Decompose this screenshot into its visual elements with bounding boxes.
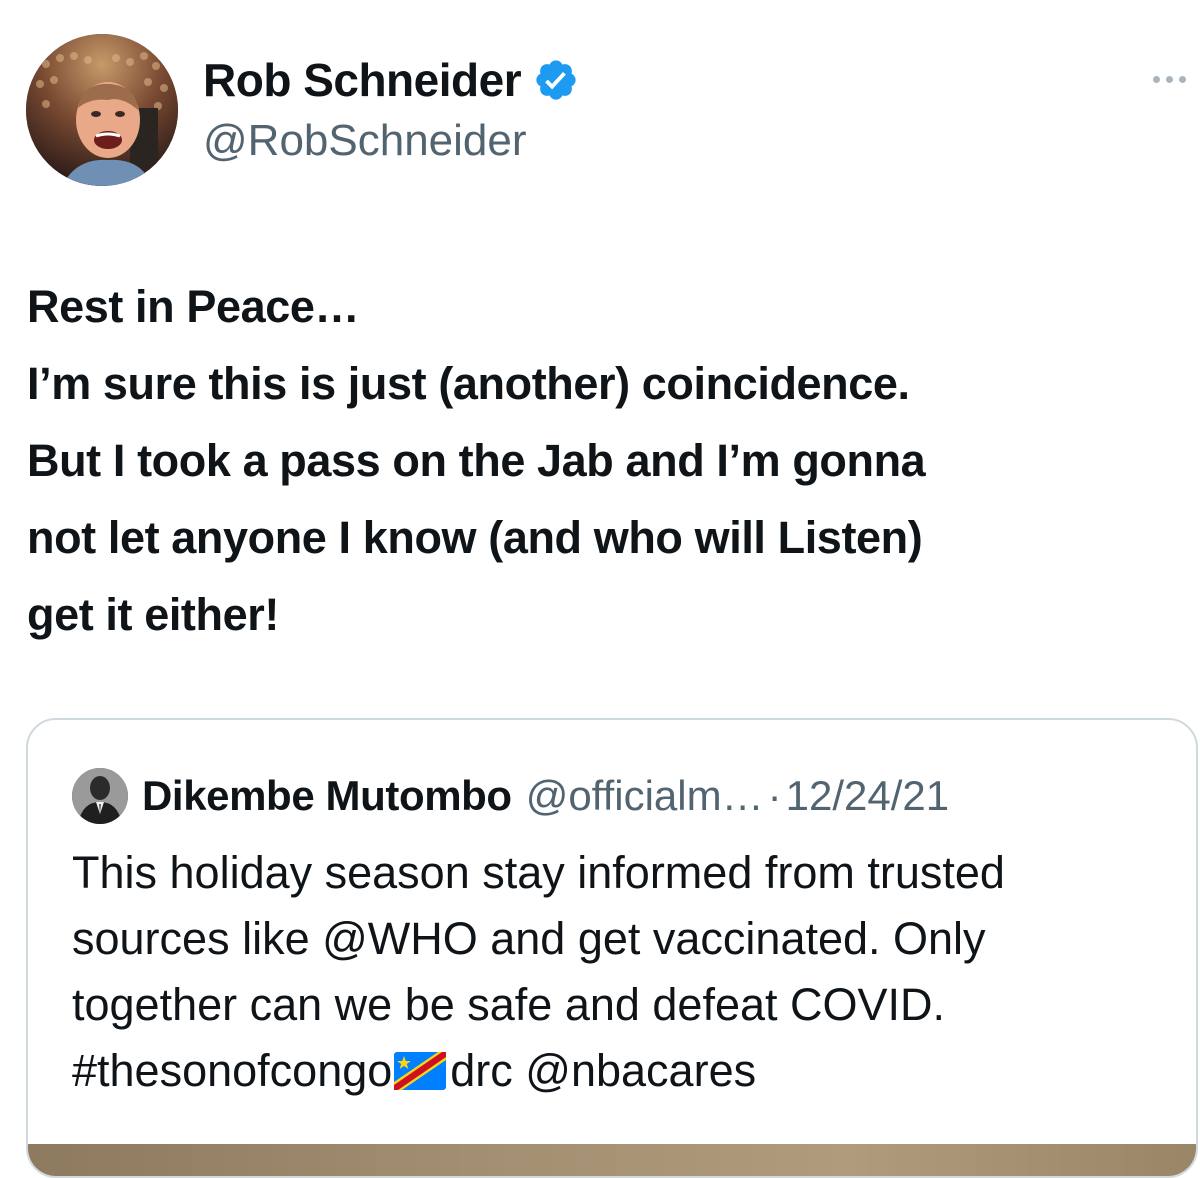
hashtag-link[interactable]: #thesonofcongo bbox=[72, 1045, 392, 1096]
tweet: Rob Schneider @RobSchneider Rest in Peac… bbox=[0, 0, 1200, 1178]
quoted-author-handle[interactable]: @officialm… bbox=[526, 772, 764, 820]
more-dot bbox=[1165, 75, 1173, 83]
more-dot bbox=[1152, 75, 1160, 83]
author-handle[interactable]: @RobSchneider bbox=[203, 116, 527, 166]
tweet-text-line: But I took a pass on the Jab and I’m gon… bbox=[27, 435, 926, 486]
tweet-text: Rest in Peace… I’m sure this is just (an… bbox=[27, 268, 1187, 653]
author-name-row[interactable]: Rob Schneider bbox=[203, 50, 579, 110]
separator-dot: · bbox=[767, 772, 782, 819]
more-dot bbox=[1178, 75, 1186, 83]
tweet-text-line: I’m sure this is just (another) coincide… bbox=[27, 358, 910, 409]
flag-drc-icon bbox=[394, 1042, 447, 1090]
tweet-text-line: not let anyone I know (and who will List… bbox=[27, 512, 923, 563]
quoted-tweet-card[interactable]: Dikembe Mutombo @officialm… · 12/24/21 T… bbox=[26, 718, 1198, 1178]
quoted-media-preview[interactable] bbox=[28, 1144, 1196, 1176]
quoted-tweet-header: Dikembe Mutombo @officialm… · 12/24/21 bbox=[72, 766, 949, 826]
verified-badge-icon[interactable] bbox=[533, 57, 579, 103]
quoted-text-tail: drc @nbacares bbox=[450, 1045, 757, 1096]
quoted-text-line: This holiday season stay informed from t… bbox=[72, 847, 1005, 898]
quoted-tweet-date[interactable]: 12/24/21 bbox=[786, 772, 950, 820]
quoted-text-line: #thesonofcongo drc @nbacares bbox=[72, 1038, 1182, 1104]
quoted-text-line: sources like @WHO and get vaccinated. On… bbox=[72, 913, 986, 964]
more-options-icon[interactable] bbox=[1144, 64, 1194, 94]
author-display-name[interactable]: Rob Schneider bbox=[203, 53, 522, 107]
tweet-text-line: get it either! bbox=[27, 589, 279, 640]
author-avatar[interactable] bbox=[26, 34, 178, 186]
tweet-text-line: Rest in Peace… bbox=[27, 281, 360, 332]
quoted-author-name[interactable]: Dikembe Mutombo bbox=[142, 772, 512, 820]
quoted-author-avatar[interactable] bbox=[72, 768, 128, 824]
quoted-text-line: together can we be safe and defeat COVID… bbox=[72, 979, 946, 1030]
quoted-tweet-text: This holiday season stay informed from t… bbox=[72, 840, 1182, 1104]
